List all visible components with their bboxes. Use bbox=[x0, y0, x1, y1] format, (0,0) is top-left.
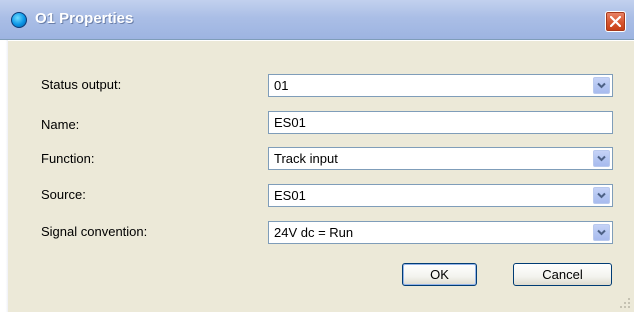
name-field[interactable]: ES01 bbox=[268, 111, 613, 134]
window-title: O1 Properties bbox=[35, 10, 134, 27]
signal-convention-dropdown[interactable]: 24V dc = Run bbox=[268, 221, 613, 244]
name-value: ES01 bbox=[274, 115, 306, 130]
chevron-down-icon bbox=[597, 82, 606, 89]
status-output-value: 01 bbox=[274, 78, 289, 93]
close-button[interactable] bbox=[605, 11, 626, 32]
function-label: Function: bbox=[41, 151, 95, 166]
signal-convention-dropdown-button[interactable] bbox=[593, 224, 610, 241]
properties-dialog: O1 Properties Status output: 01 Name: ES… bbox=[0, 0, 634, 312]
status-output-dropdown-button[interactable] bbox=[593, 77, 610, 94]
signal-convention-label: Signal convention: bbox=[41, 224, 148, 239]
chevron-down-icon bbox=[597, 229, 606, 236]
chevron-down-icon bbox=[597, 155, 606, 162]
status-output-label: Status output: bbox=[41, 77, 122, 92]
source-value: ES01 bbox=[274, 188, 306, 203]
function-value: Track input bbox=[274, 151, 338, 166]
close-icon bbox=[610, 16, 621, 27]
chevron-down-icon bbox=[597, 192, 606, 199]
function-dropdown-button[interactable] bbox=[593, 150, 610, 167]
ok-button[interactable]: OK bbox=[402, 263, 477, 286]
source-label: Source: bbox=[41, 187, 86, 202]
title-bar[interactable]: O1 Properties bbox=[0, 0, 634, 40]
function-dropdown[interactable]: Track input bbox=[268, 147, 613, 170]
name-label: Name: bbox=[41, 117, 80, 132]
source-dropdown-button[interactable] bbox=[593, 187, 610, 204]
source-dropdown[interactable]: ES01 bbox=[268, 184, 613, 207]
resize-grip-icon[interactable] bbox=[616, 294, 632, 310]
window-frame bbox=[0, 40, 8, 312]
cancel-button[interactable]: Cancel bbox=[513, 263, 612, 286]
status-output-dropdown[interactable]: 01 bbox=[268, 74, 613, 97]
blue-orb-icon bbox=[11, 12, 27, 28]
signal-convention-value: 24V dc = Run bbox=[274, 225, 354, 240]
